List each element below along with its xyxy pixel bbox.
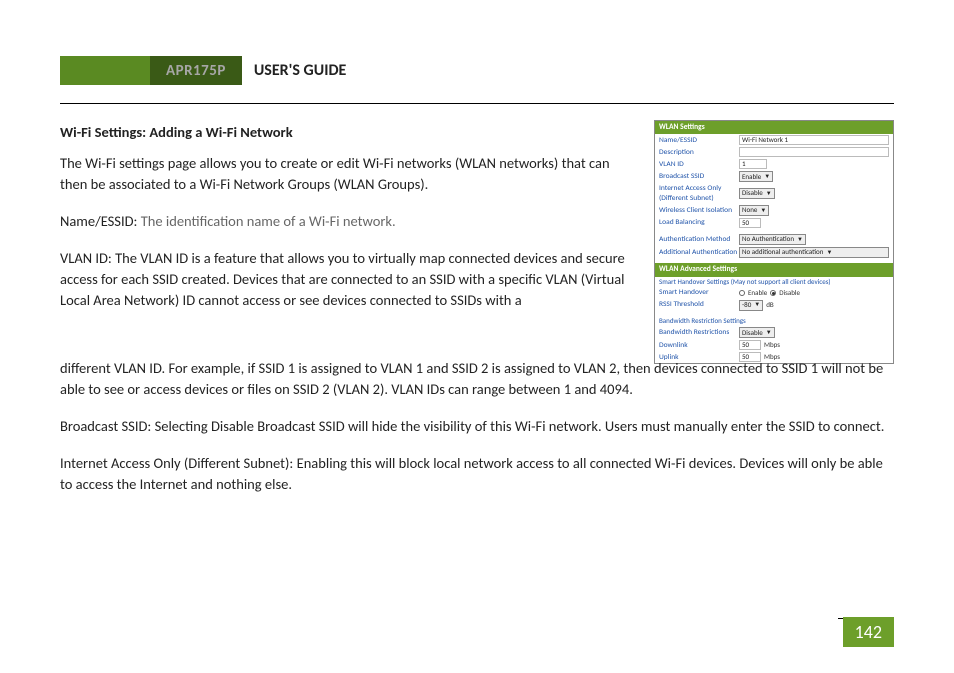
paragraph-vlan-part1: VLAN ID: The VLAN ID is a feature that a… (60, 248, 630, 311)
label-vlan: VLAN ID (659, 160, 739, 169)
row-handover: Smart Handover Enable Disable (655, 287, 893, 298)
content-columns: Wi-Fi Settings: Adding a Wi-Fi Network T… (60, 118, 894, 364)
row-addauth: Additional Authentication No additional … (655, 246, 893, 259)
chevron-down-icon: ▼ (764, 173, 770, 181)
label-bwrestrict: Bandwidth Restrictions (659, 328, 739, 337)
wlan-section-header: WLAN Settings (655, 121, 893, 134)
vlan-text-part1: The VLAN ID is a feature that allows you… (60, 249, 625, 309)
radio-disable[interactable] (770, 290, 776, 296)
paragraph-intro: The Wi-Fi settings page allows you to cr… (60, 153, 630, 195)
bw-heading: Bandwidth Restriction Settings (655, 316, 893, 327)
label-loadbal: Load Balancing (659, 218, 739, 227)
select-auth[interactable]: No Authentication▼ (739, 234, 806, 245)
row-description: Description (655, 146, 893, 158)
radio-enable[interactable] (739, 290, 745, 296)
input-description[interactable] (739, 147, 889, 157)
row-down: Downlink 50Mbps (655, 339, 893, 351)
iao-label: Internet Access Only (Different Subnet): (60, 454, 293, 472)
paragraph-broadcast: Broadcast SSID: Selecting Disable Broadc… (60, 416, 894, 437)
input-name[interactable]: Wi-Fi Network 1 (739, 135, 889, 145)
input-down[interactable]: 50 (739, 340, 761, 350)
wlan-settings-panel: WLAN Settings Name/ESSID Wi-Fi Network 1… (654, 120, 894, 364)
row-bwrestrict: Bandwidth Restrictions Disable▼ (655, 326, 893, 339)
body-text-fullwidth: different VLAN ID. For example, if SSID … (60, 358, 894, 495)
header-accent-block (60, 56, 150, 85)
page-number: 142 (843, 617, 894, 647)
select-isolation[interactable]: None▼ (739, 205, 769, 216)
label-down: Downlink (659, 341, 739, 350)
body-text-column: Wi-Fi Settings: Adding a Wi-Fi Network T… (60, 118, 630, 364)
select-iao[interactable]: Disable▼ (739, 188, 775, 199)
chevron-down-icon: ▼ (766, 329, 772, 337)
row-name: Name/ESSID Wi-Fi Network 1 (655, 134, 893, 146)
name-label: Name/ESSID: (60, 212, 137, 230)
select-rssi[interactable]: -80▼ (739, 300, 763, 311)
label-addauth: Additional Authentication (659, 248, 739, 257)
vlan-label: VLAN ID: (60, 249, 112, 267)
label-rssi: RSSI Threshold (659, 300, 739, 309)
select-bwrestrict[interactable]: Disable▼ (739, 327, 775, 338)
chevron-down-icon: ▼ (826, 249, 832, 257)
paragraph-vlan-part2: different VLAN ID. For example, if SSID … (60, 358, 894, 400)
chevron-down-icon: ▼ (766, 190, 772, 198)
row-iao: Internet Access Only (Different Subnet) … (655, 183, 893, 204)
document-title: USER'S GUIDE (242, 56, 347, 85)
label-description: Description (659, 148, 739, 157)
row-loadbal: Load Balancing 50 (655, 217, 893, 229)
label-auth: Authentication Method (659, 235, 739, 244)
label-iao: Internet Access Only (Different Subnet) (659, 184, 739, 203)
page: APR175P USER'S GUIDE Wi-Fi Settings: Add… (0, 0, 954, 673)
broadcast-text: Selecting Disable Broadcast SSID will hi… (155, 417, 885, 435)
row-auth: Authentication Method No Authentication▼ (655, 233, 893, 246)
label-broadcast: Broadcast SSID (659, 172, 739, 181)
row-isolation: Wireless Client Isolation None▼ (655, 204, 893, 217)
input-loadbal[interactable]: 50 (739, 218, 761, 228)
label-name: Name/ESSID (659, 136, 739, 145)
label-isolation: Wireless Client Isolation (659, 206, 739, 215)
header-banner: APR175P USER'S GUIDE (60, 56, 894, 85)
paragraph-iao: Internet Access Only (Different Subnet):… (60, 453, 894, 495)
chevron-down-icon: ▼ (760, 207, 766, 215)
chevron-down-icon: ▼ (754, 301, 760, 309)
wlan-advanced-header: WLAN Advanced Settings (655, 263, 893, 276)
handover-note: Smart Handover Settings (May not support… (655, 277, 893, 288)
paragraph-name: Name/ESSID: The identification name of a… (60, 211, 630, 232)
header-divider (60, 103, 894, 104)
select-broadcast[interactable]: Enable▼ (739, 171, 773, 182)
select-addauth[interactable]: No additional authentication▼ (739, 247, 889, 258)
broadcast-label: Broadcast SSID: (60, 417, 151, 435)
input-vlan[interactable]: 1 (739, 159, 767, 169)
row-vlan: VLAN ID 1 (655, 158, 893, 170)
row-rssi: RSSI Threshold -80▼dB (655, 299, 893, 312)
label-handover: Smart Handover (659, 288, 739, 297)
row-broadcast: Broadcast SSID Enable▼ (655, 170, 893, 183)
chevron-down-icon: ▼ (797, 236, 803, 244)
section-heading: Wi-Fi Settings: Adding a Wi-Fi Network (60, 122, 630, 143)
name-text: The identification name of a Wi-Fi netwo… (141, 212, 396, 230)
product-model-tag: APR175P (150, 56, 242, 85)
